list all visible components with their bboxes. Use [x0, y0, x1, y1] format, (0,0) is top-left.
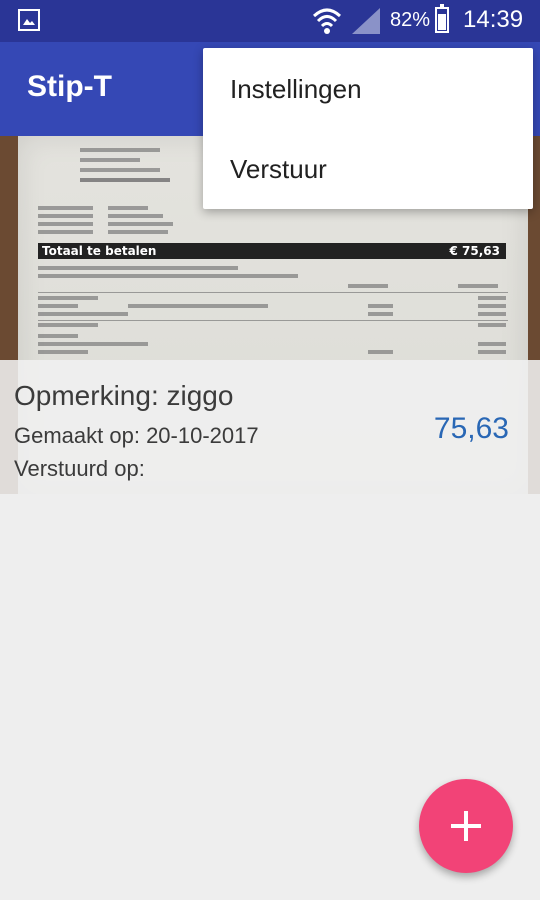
receipt-total-value: € 75,63: [449, 244, 500, 258]
overflow-menu: Instellingen Verstuur: [203, 48, 533, 209]
remark-text: Opmerking: ziggo: [14, 380, 234, 411]
image-notification-icon: [18, 9, 40, 31]
add-button[interactable]: [419, 779, 513, 873]
battery-icon: [435, 4, 449, 33]
receipt-total-label: Totaal te betalen: [42, 244, 157, 258]
app-title: Stip-T: [27, 70, 112, 103]
created-date: Gemaakt op: 20-10-2017: [14, 423, 259, 448]
menu-item-send[interactable]: Verstuur: [230, 154, 327, 185]
amount-value: 75,63: [433, 412, 509, 445]
clock: 14:39: [463, 6, 524, 33]
menu-item-settings[interactable]: Instellingen: [230, 74, 362, 105]
plus-icon: [451, 811, 481, 841]
status-bar: 82% 14:39: [0, 0, 540, 42]
sent-date: Verstuurd op:: [14, 456, 145, 481]
battery-percent: 82%: [390, 9, 431, 31]
wifi-icon: [312, 6, 342, 40]
signal-icon: [352, 8, 380, 38]
